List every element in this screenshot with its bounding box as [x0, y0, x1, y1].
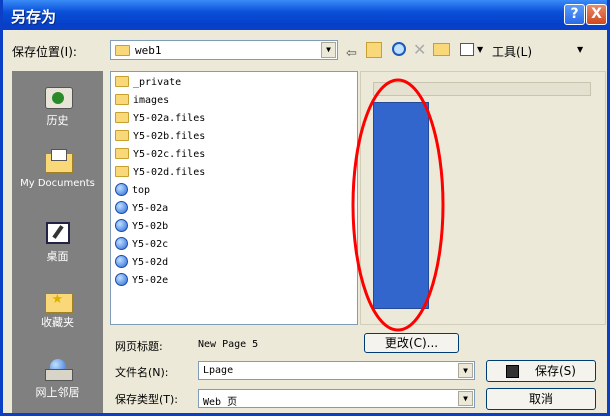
- floppy-disk-icon: [506, 365, 519, 378]
- annotation-ellipse: [351, 78, 445, 332]
- filetype-select[interactable]: Web 页 ▼: [198, 389, 475, 408]
- page-title-label: 网页标题:: [115, 340, 163, 353]
- change-title-button[interactable]: 更改(C)...: [364, 333, 459, 353]
- filename-value: Lpage: [203, 365, 234, 376]
- filetype-value: Web 页: [203, 397, 238, 408]
- chevron-down-icon[interactable]: ▼: [458, 363, 473, 378]
- save-as-dialog: 另存为 ? X 保存位置(I): web1 ▼ ⇦ ✕ ▼ 工具(L) ▼ 历史…: [0, 0, 610, 416]
- filename-input[interactable]: Lpage ▼: [198, 361, 475, 380]
- cancel-button[interactable]: 取消: [486, 388, 596, 410]
- chevron-down-icon[interactable]: ▼: [458, 391, 473, 406]
- filetype-label: 保存类型(T):: [115, 393, 179, 406]
- annotation-overlay: [351, 78, 445, 332]
- save-button[interactable]: 保存(S): [486, 360, 596, 382]
- page-title-value: New Page 5: [198, 339, 259, 350]
- filename-label: 文件名(N):: [115, 366, 169, 379]
